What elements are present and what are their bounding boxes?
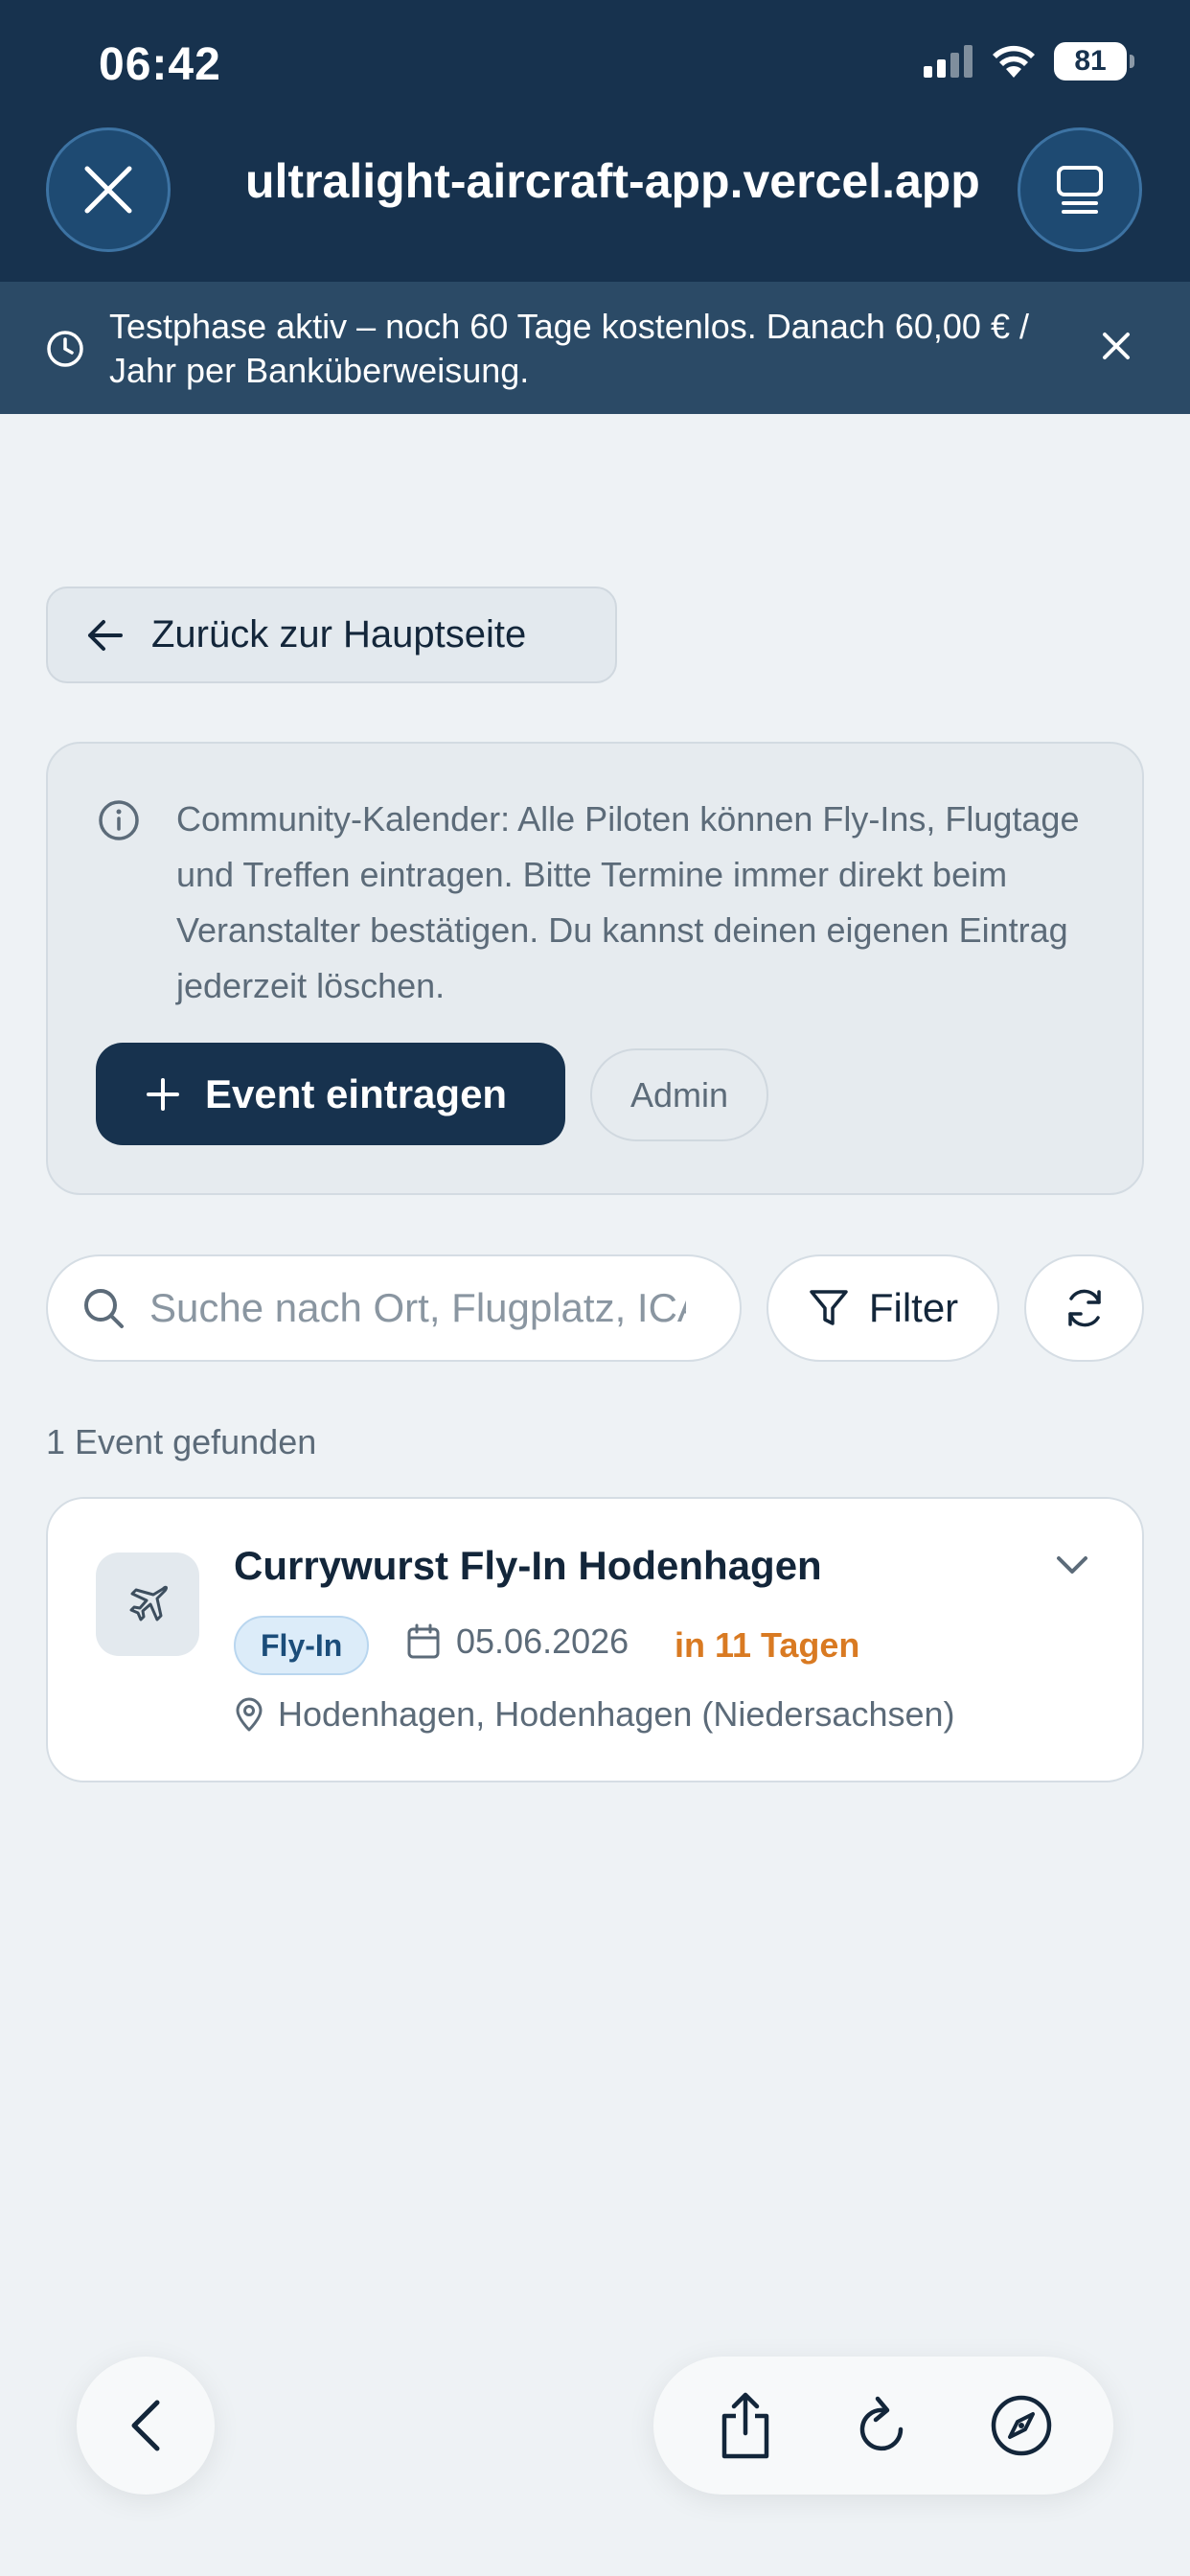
- chevron-left-icon: [131, 2400, 160, 2451]
- browser-header: 06:42 81 ultralight-aircraft-app.vercel.…: [0, 0, 1190, 282]
- reload-icon: [859, 2396, 904, 2451]
- trial-banner-text: Testphase aktiv – noch 60 Tage kostenlos…: [109, 307, 1029, 390]
- event-card[interactable]: Currywurst Fly-In Hodenhagen Fly-In 05.0…: [46, 1497, 1144, 1782]
- filter-icon: [810, 1290, 848, 1325]
- back-to-home-button[interactable]: Zurück zur Hauptseite: [46, 586, 617, 683]
- plane-icon: [129, 1585, 168, 1622]
- admin-label: Admin: [629, 1074, 729, 1115]
- share-icon: [721, 2392, 769, 2459]
- search-icon: [84, 1289, 124, 1328]
- map-pin-icon: [236, 1697, 263, 1732]
- community-info-text: Community-Kalender: Alle Piloten können …: [176, 799, 1080, 1005]
- result-count: 1 Event gefunden: [46, 1422, 317, 1461]
- add-event-label: Event eintragen: [205, 1070, 508, 1116]
- calendar-icon: [407, 1623, 440, 1659]
- event-tag: Fly-In: [234, 1616, 370, 1675]
- event-type-icon: [96, 1552, 199, 1656]
- compass-icon: [991, 2395, 1052, 2456]
- plus-icon: [147, 1077, 179, 1111]
- url-bar[interactable]: ultralight-aircraft-app.vercel.app: [245, 153, 1002, 209]
- status-time: 06:42: [99, 39, 221, 90]
- event-location: Hodenhagen, Hodenhagen (Niedersachsen): [234, 1694, 955, 1735]
- trial-banner: Testphase aktiv – noch 60 Tage kostenlos…: [0, 282, 1190, 414]
- compass-button[interactable]: [973, 2378, 1069, 2473]
- event-title: Currywurst Fly-In Hodenhagen: [234, 1543, 822, 1588]
- search-field[interactable]: [46, 1254, 742, 1362]
- filter-label: Filter: [868, 1285, 959, 1330]
- admin-button[interactable]: Admin: [590, 1048, 768, 1141]
- browser-back-button[interactable]: [77, 2357, 215, 2495]
- browser-actions: [653, 2357, 1113, 2495]
- back-to-home-label: Zurück zur Hauptseite: [151, 613, 527, 656]
- refresh-icon: [1067, 1289, 1101, 1327]
- close-button[interactable]: [46, 127, 171, 252]
- wifi-icon: [993, 45, 1035, 78]
- signal-icon: [924, 45, 973, 78]
- event-date-text: 05.06.2026: [456, 1622, 629, 1661]
- event-location-text: Hodenhagen, Hodenhagen (Niedersachsen): [278, 1694, 955, 1734]
- community-info-card: Community-Kalender: Alle Piloten können …: [46, 742, 1144, 1195]
- arrow-left-icon: [88, 619, 123, 651]
- search-input[interactable]: [149, 1285, 686, 1331]
- status-icons: 81: [924, 42, 1134, 80]
- info-icon: [99, 800, 139, 840]
- battery-indicator: 81: [1054, 42, 1134, 80]
- tabs-icon: [1057, 166, 1103, 214]
- close-icon: [84, 166, 132, 214]
- tabs-button[interactable]: [1018, 127, 1142, 252]
- share-button[interactable]: [698, 2378, 793, 2473]
- filter-button[interactable]: Filter: [767, 1254, 999, 1362]
- refresh-button[interactable]: [1024, 1254, 1144, 1362]
- event-countdown: in 11 Tagen: [675, 1625, 860, 1665]
- add-event-button[interactable]: Event eintragen: [96, 1043, 565, 1145]
- event-date: 05.06.2026: [406, 1622, 629, 1662]
- clock-icon: [47, 331, 83, 367]
- banner-close-icon[interactable]: [1100, 330, 1133, 362]
- reload-button[interactable]: [835, 2378, 931, 2473]
- chevron-down-icon[interactable]: [1054, 1552, 1090, 1577]
